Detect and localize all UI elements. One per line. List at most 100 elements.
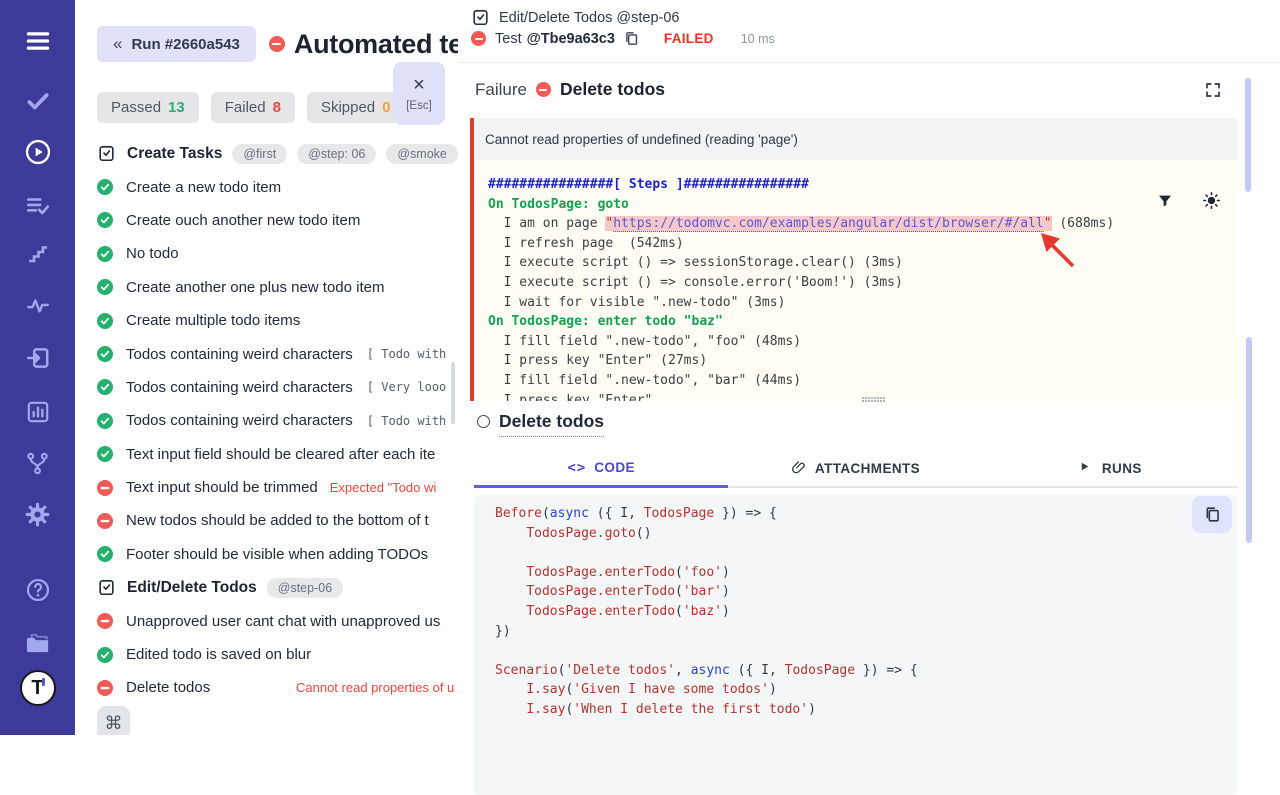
run-back-button[interactable]: « Run #2660a543 (97, 26, 256, 62)
test-row[interactable]: Text input should be trimmedExpected "To… (97, 471, 458, 504)
scenario-status-icon (477, 415, 490, 428)
steps-section-line: On TodosPage: goto (488, 195, 1237, 215)
code-line: TodosPage.enterTodo('baz') (495, 602, 1237, 622)
scenario-title[interactable]: Delete todos (499, 411, 604, 437)
failed-icon (97, 513, 113, 529)
test-row[interactable]: Edited todo is saved on blur (97, 638, 458, 671)
test-row[interactable]: Text input field should be cleared after… (97, 438, 458, 471)
code-line: Scenario('Delete todos', async ({ I, Tod… (495, 661, 1237, 681)
badge-label: Failed (225, 99, 266, 116)
test-title: Create another one plus new todo item (126, 279, 385, 296)
breadcrumb-suite[interactable]: Edit/Delete Todos @step-06 (499, 10, 680, 26)
branches-icon[interactable] (0, 446, 75, 480)
test-data-preview: [ Very looo (367, 380, 446, 394)
test-title: Create a new todo item (126, 179, 281, 196)
projects-icon[interactable] (0, 625, 75, 659)
filter-icon[interactable] (1157, 193, 1173, 209)
settings-icon[interactable] (0, 497, 75, 531)
steps-icon[interactable] (0, 237, 75, 271)
command-key-badge[interactable]: ⌘ (97, 706, 130, 735)
test-plan-icon[interactable] (0, 189, 75, 223)
test-id: @Tbe9a63c3 (527, 31, 615, 47)
suite-name: Create Tasks (127, 145, 222, 163)
suite-doc-icon (97, 144, 116, 163)
passed-icon (97, 647, 113, 663)
test-row[interactable]: Unapproved user cant chat with unapprove… (97, 604, 458, 637)
tests-check-icon[interactable] (0, 84, 75, 118)
step-line: I fill field ".new-todo", "foo" (48ms) (488, 332, 1237, 352)
tab-code[interactable]: <>CODE (474, 450, 728, 488)
code-line (495, 641, 1237, 661)
test-title: New todos should be added to the bottom … (126, 512, 429, 529)
url-close-quote: " (1044, 216, 1052, 231)
suite-doc-icon (97, 578, 116, 597)
code-line: }) (495, 622, 1237, 642)
list-scrollbar[interactable] (451, 362, 455, 424)
run-id-label: Run #2660a543 (131, 36, 239, 53)
copy-code-button[interactable] (1192, 496, 1232, 533)
failure-test-name: Delete todos (560, 79, 665, 100)
failure-test-icon (536, 82, 551, 97)
status-badges: Passed13 Failed 8 Skipped0 (97, 92, 405, 123)
step-line: I fill field ".new-todo", "bar" (44ms) (488, 371, 1237, 391)
suite-row[interactable]: Edit/Delete Todos@step-06 (97, 571, 458, 604)
failed-icon (97, 613, 113, 629)
test-title: Edited todo is saved on blur (126, 646, 311, 663)
run-title: Automated te (294, 29, 458, 60)
menu-icon[interactable] (0, 24, 75, 58)
passed-icon (97, 179, 113, 195)
steps-log: ################[ Steps ]###############… (470, 160, 1237, 401)
suite-tag[interactable]: @step: 06 (297, 144, 376, 164)
passed-icon (97, 346, 113, 362)
failure-label: Failure (475, 80, 527, 100)
tab-label: RUNS (1102, 461, 1142, 476)
suite-tag[interactable]: @step-06 (267, 578, 343, 598)
fullscreen-icon[interactable] (1204, 81, 1222, 99)
test-meta-row: Test @Tbe9a63c3 FAILED 10 ms (471, 30, 775, 47)
login-icon[interactable] (0, 341, 75, 375)
status-badge-passed[interactable]: Passed13 (97, 92, 199, 123)
status-badge-failed[interactable]: Failed 8 (211, 92, 295, 123)
theme-sun-icon[interactable] (1201, 190, 1222, 211)
test-title: Unapproved user cant chat with unapprove… (126, 613, 440, 630)
status-badge-skipped[interactable]: Skipped0 (307, 92, 405, 123)
test-row[interactable]: Create a new todo item (97, 170, 458, 203)
scrollbar-thumb-top[interactable] (1245, 78, 1251, 192)
activity-icon[interactable] (0, 289, 75, 323)
help-icon[interactable] (0, 573, 75, 607)
run-play-icon[interactable] (0, 135, 75, 169)
test-row[interactable]: Todos containing weird characters[ Todo … (97, 404, 458, 437)
duration-label: 10 ms (741, 32, 775, 46)
code-line: I.say('Given I have some todos') (495, 680, 1237, 700)
step-line: I press key "Enter" (27ms) (488, 351, 1237, 371)
code-icon: <> (567, 460, 586, 476)
code-line: TodosPage.goto() (495, 524, 1237, 544)
analytics-icon[interactable] (0, 395, 75, 429)
test-row[interactable]: No todo (97, 237, 458, 270)
code-line: I.say('When I delete the first todo') (495, 700, 1237, 720)
tab-runs[interactable]: RUNS (983, 450, 1237, 486)
test-title: Todos containing weird characters (126, 346, 353, 363)
resize-grip[interactable] (862, 397, 864, 399)
test-row[interactable]: New todos should be added to the bottom … (97, 504, 458, 537)
copy-test-id-icon[interactable] (623, 30, 640, 47)
code-block: Before(async ({ I, TodosPage }) => { Tod… (474, 495, 1237, 795)
suite-tag[interactable]: @first (232, 144, 287, 164)
test-row[interactable]: Create ouch another new todo item (97, 204, 458, 237)
test-row[interactable]: Footer should be visible when adding TOD… (97, 538, 458, 571)
test-row[interactable]: Delete todosCannot read properties of u (97, 671, 458, 704)
suite-tag[interactable]: @smoke (386, 144, 458, 164)
test-row[interactable]: Create another one plus new todo item (97, 271, 458, 304)
close-overlay-button[interactable]: × [Esc] (393, 62, 445, 125)
tab-attachments[interactable]: ATTACHMENTS (728, 450, 982, 486)
steps-header-line: ################[ Steps ]###############… (488, 175, 1237, 195)
badge-count: 8 (273, 99, 281, 116)
step-line: I wait for visible ".new-todo" (3ms) (488, 293, 1237, 313)
test-row[interactable]: Create multiple todo items (97, 304, 458, 337)
app-logo[interactable]: T (0, 671, 75, 705)
test-row[interactable]: Todos containing weird characters[ Very … (97, 371, 458, 404)
test-row[interactable]: Todos containing weird characters[ Todo … (97, 337, 458, 370)
suite-row[interactable]: Create Tasks@first@step: 06@smoke@sto (97, 137, 458, 170)
scrollbar-thumb-bottom[interactable] (1246, 337, 1252, 543)
page-url-link[interactable]: https://todomvc.com/examples/angular/dis… (613, 216, 1043, 232)
